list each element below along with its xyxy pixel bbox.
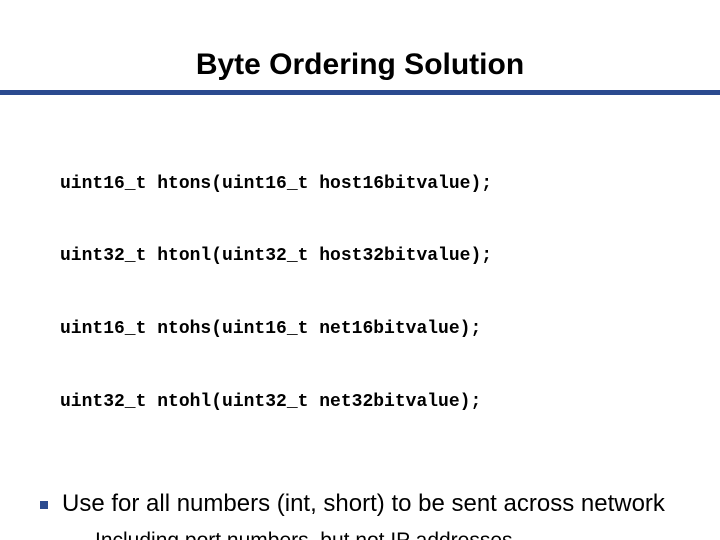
code-line: uint32_t htonl(uint32_t host32bitvalue); xyxy=(60,244,720,268)
code-line: uint16_t ntohs(uint16_t net16bitvalue); xyxy=(60,317,720,341)
sub-bullet-item: - Including port numbers, but not IP add… xyxy=(80,529,680,540)
bullet-item: Use for all numbers (int, short) to be s… xyxy=(40,489,680,519)
bullet-square-icon xyxy=(40,501,48,509)
slide-title: Byte Ordering Solution xyxy=(0,48,720,82)
code-line: uint32_t ntohl(uint32_t net32bitvalue); xyxy=(60,390,720,414)
sub-bullet-text: Including port numbers, but not IP addre… xyxy=(95,529,513,540)
bullet-text: Use for all numbers (int, short) to be s… xyxy=(62,489,665,519)
dash-icon: - xyxy=(80,529,87,540)
bullet-list: Use for all numbers (int, short) to be s… xyxy=(40,489,680,540)
slide: Byte Ordering Solution uint16_t htons(ui… xyxy=(0,48,720,540)
code-line: uint16_t htons(uint16_t host16bitvalue); xyxy=(60,172,720,196)
code-block: uint16_t htons(uint16_t host16bitvalue);… xyxy=(60,123,720,463)
title-rule xyxy=(0,90,720,95)
